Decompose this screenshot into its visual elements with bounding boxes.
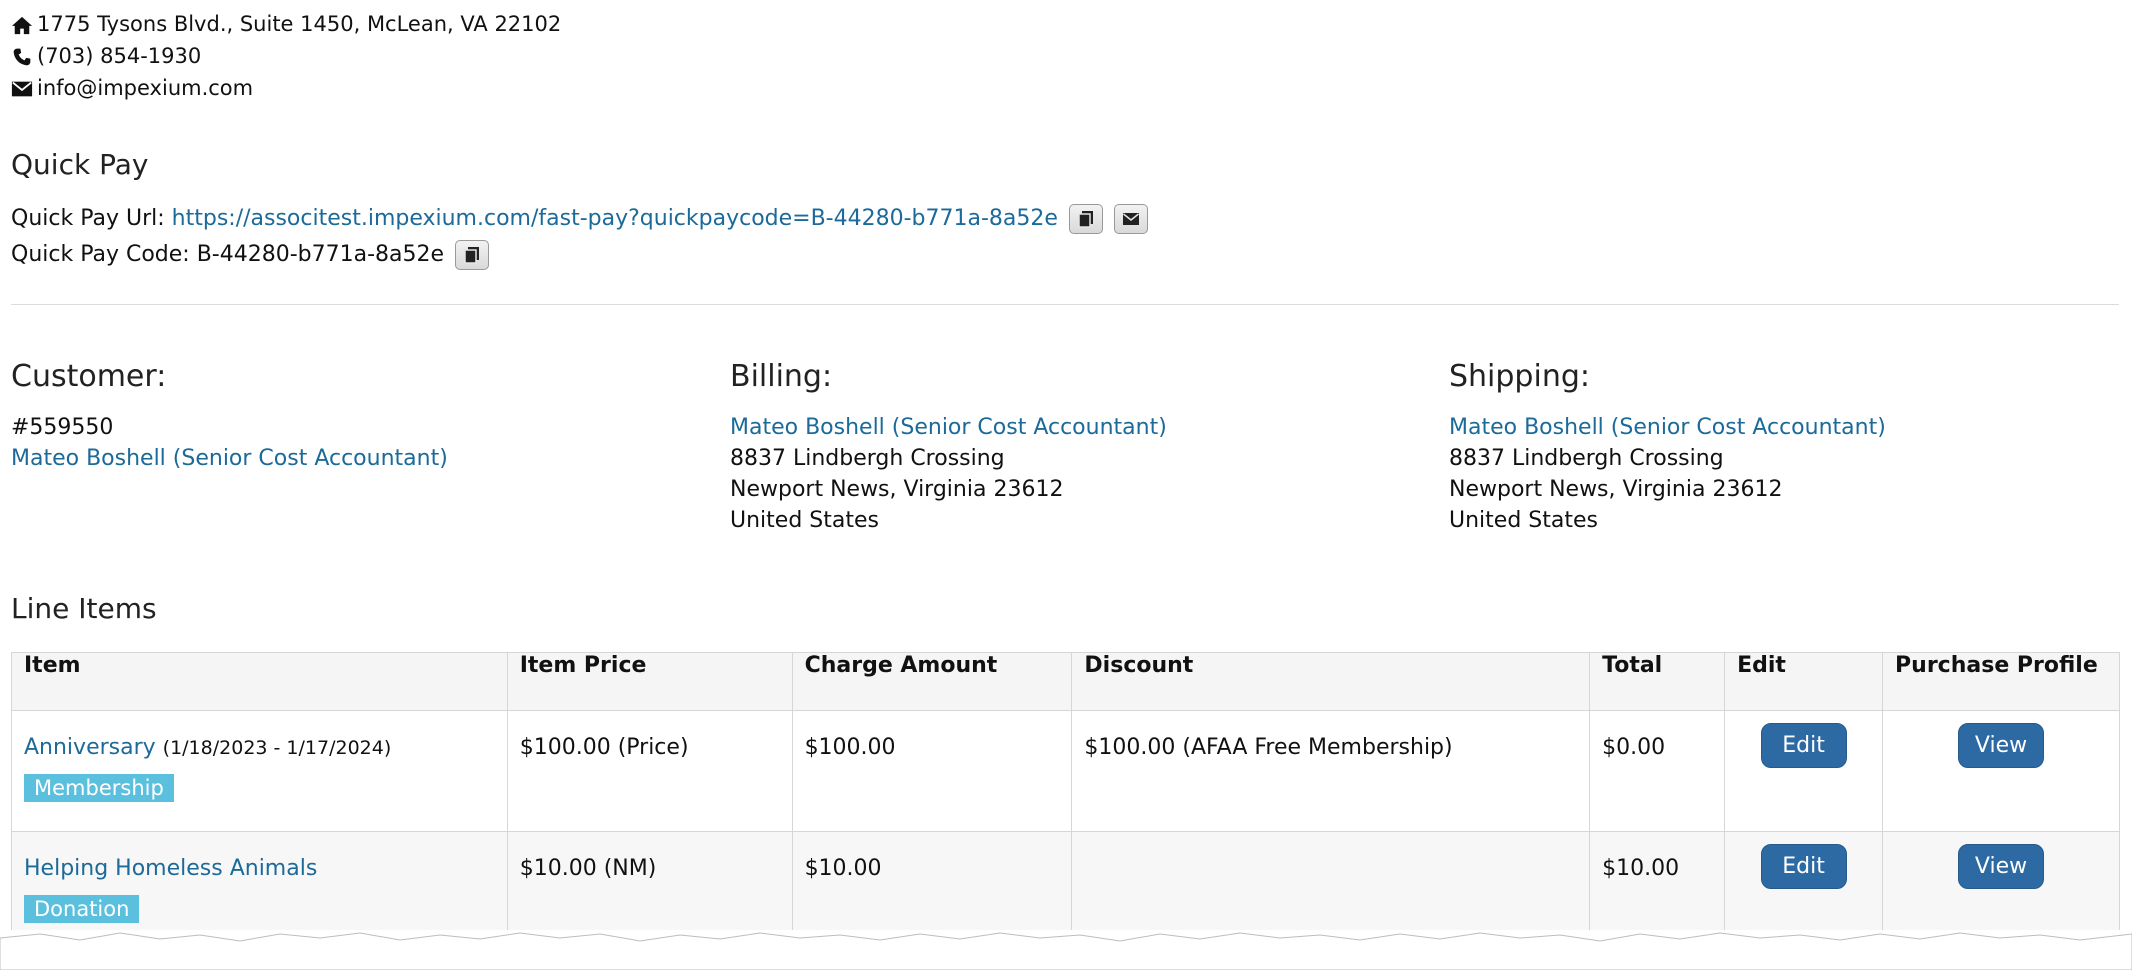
column-header: Edit — [1724, 652, 1884, 711]
shipping-country: United States — [1449, 508, 1598, 533]
customer-name-link[interactable]: Mateo Boshell (Senior Cost Accountant) — [11, 446, 448, 471]
edit-button[interactable]: Edit — [1760, 844, 1847, 889]
column-header: Item Price — [506, 652, 793, 711]
column-header: Charge Amount — [791, 652, 1073, 711]
phone-text: (703) 854-1930 — [37, 44, 202, 68]
quick-pay-url-row: Quick Pay Url: https://associtest.impexi… — [11, 204, 1148, 234]
view-button[interactable]: View — [1958, 844, 2045, 889]
quick-pay-url-link[interactable]: https://associtest.impexium.com/fast-pay… — [172, 206, 1058, 231]
discount-cell: $100.00 (AFAA Free Membership) — [1071, 710, 1591, 832]
quick-pay-title: Quick Pay — [11, 148, 149, 181]
billing-title: Billing: — [730, 359, 833, 394]
shipping-city: Newport News, Virginia 23612 — [1449, 477, 1783, 502]
edit-cell: Edit — [1724, 710, 1884, 832]
quick-pay-code-row: Quick Pay Code: B-44280-b771a-8a52e — [11, 240, 490, 270]
billing-street: 8837 Lindbergh Crossing — [730, 446, 1005, 471]
copy-url-button[interactable] — [1068, 204, 1103, 234]
contact-phone: (703) 854-1930 — [11, 42, 201, 71]
line-items-table: Item Item Price Charge Amount Discount T… — [11, 652, 2120, 953]
item-dates: (1/18/2023 - 1/17/2024) — [162, 737, 392, 759]
invoice-page: 1775 Tysons Blvd., Suite 1450, McLean, V… — [0, 0, 2132, 971]
item-type-badge: Membership — [24, 774, 174, 802]
billing-country: United States — [730, 508, 879, 533]
envelope-icon — [11, 75, 37, 103]
torn-edge — [0, 930, 2132, 971]
item-price-cell: $100.00 (Price) — [506, 710, 793, 832]
billing-city: Newport News, Virginia 23612 — [730, 477, 1064, 502]
shipping-name-link[interactable]: Mateo Boshell (Senior Cost Accountant) — [1449, 415, 1886, 440]
table-row: Anniversary (1/18/2023 - 1/17/2024) Memb… — [11, 710, 2120, 832]
email-text: info@impexium.com — [37, 76, 254, 100]
billing-block: Billing: Mateo Boshell (Senior Cost Acco… — [730, 358, 1167, 536]
copy-code-button[interactable] — [455, 240, 490, 270]
customer-title: Customer: — [11, 359, 167, 394]
item-cell: Anniversary (1/18/2023 - 1/17/2024) Memb… — [11, 710, 508, 832]
purchase-profile-cell: View — [1882, 710, 2120, 832]
view-button[interactable]: View — [1958, 723, 2045, 768]
shipping-street: 8837 Lindbergh Crossing — [1449, 446, 1724, 471]
column-header: Item — [11, 652, 508, 711]
quick-pay-code-label: Quick Pay Code: — [11, 242, 190, 267]
total-cell: $0.00 — [1589, 710, 1726, 832]
copy-icon — [1078, 211, 1093, 228]
column-header: Discount — [1071, 652, 1591, 711]
customer-block: Customer: #559550 Mateo Boshell (Senior … — [11, 358, 448, 474]
billing-name-link[interactable]: Mateo Boshell (Senior Cost Accountant) — [730, 415, 1167, 440]
line-items-title: Line Items — [11, 592, 157, 625]
edit-button[interactable]: Edit — [1760, 723, 1847, 768]
contact-address: 1775 Tysons Blvd., Suite 1450, McLean, V… — [11, 10, 561, 39]
column-header: Purchase Profile — [1882, 652, 2120, 711]
contact-email: info@impexium.com — [11, 74, 253, 103]
item-link[interactable]: Helping Homeless Animals — [24, 856, 317, 881]
charge-amount-cell: $100.00 — [791, 710, 1073, 832]
shipping-title: Shipping: — [1449, 359, 1590, 394]
email-url-button[interactable] — [1113, 204, 1148, 234]
copy-icon — [464, 247, 480, 264]
item-type-badge: Donation — [24, 895, 140, 923]
quick-pay-code-value: B-44280-b771a-8a52e — [196, 242, 445, 267]
address-text: 1775 Tysons Blvd., Suite 1450, McLean, V… — [37, 12, 562, 36]
home-icon — [11, 11, 37, 39]
shipping-block: Shipping: Mateo Boshell (Senior Cost Acc… — [1449, 358, 1886, 536]
envelope-icon — [1122, 213, 1139, 225]
section-divider — [11, 304, 2119, 305]
customer-id: #559550 — [11, 415, 114, 440]
item-link[interactable]: Anniversary — [24, 735, 156, 760]
column-header: Total — [1589, 652, 1726, 711]
quick-pay-url-label: Quick Pay Url: — [11, 206, 165, 231]
phone-icon — [11, 43, 37, 71]
table-header-row: Item Item Price Charge Amount Discount T… — [11, 652, 2120, 711]
